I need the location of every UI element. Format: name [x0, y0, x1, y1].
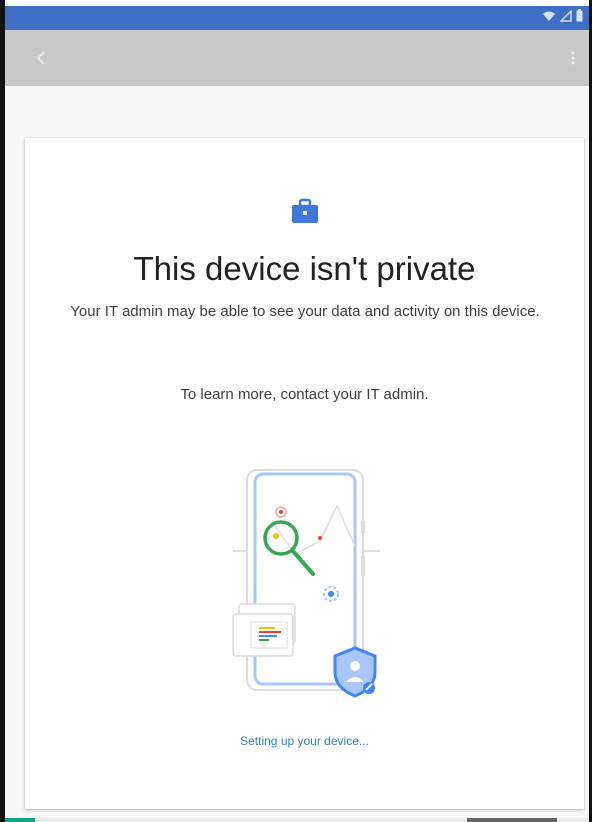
status-bar — [5, 6, 589, 30]
page-title: This device isn't private — [133, 250, 476, 287]
bottom-dark-block — [467, 818, 557, 822]
more-vert-icon[interactable] — [567, 46, 579, 70]
work-briefcase-icon — [290, 198, 320, 224]
bottom-strip — [5, 818, 589, 822]
back-arrow-icon[interactable] — [31, 46, 55, 70]
signal-icon — [559, 9, 572, 27]
setting-up-device-link[interactable]: Setting up your device... — [25, 734, 584, 748]
bottom-accent — [5, 818, 35, 822]
app-bar — [5, 30, 589, 86]
wifi-icon — [542, 9, 556, 27]
learn-more-text: To learn more, contact your IT admin. — [180, 386, 429, 403]
device-monitoring-illustration — [225, 466, 395, 698]
privacy-description: Your IT admin may be able to see your da… — [70, 303, 540, 320]
battery-icon — [576, 9, 583, 27]
device-not-private-card: This device isn't private Your IT admin … — [25, 138, 584, 809]
